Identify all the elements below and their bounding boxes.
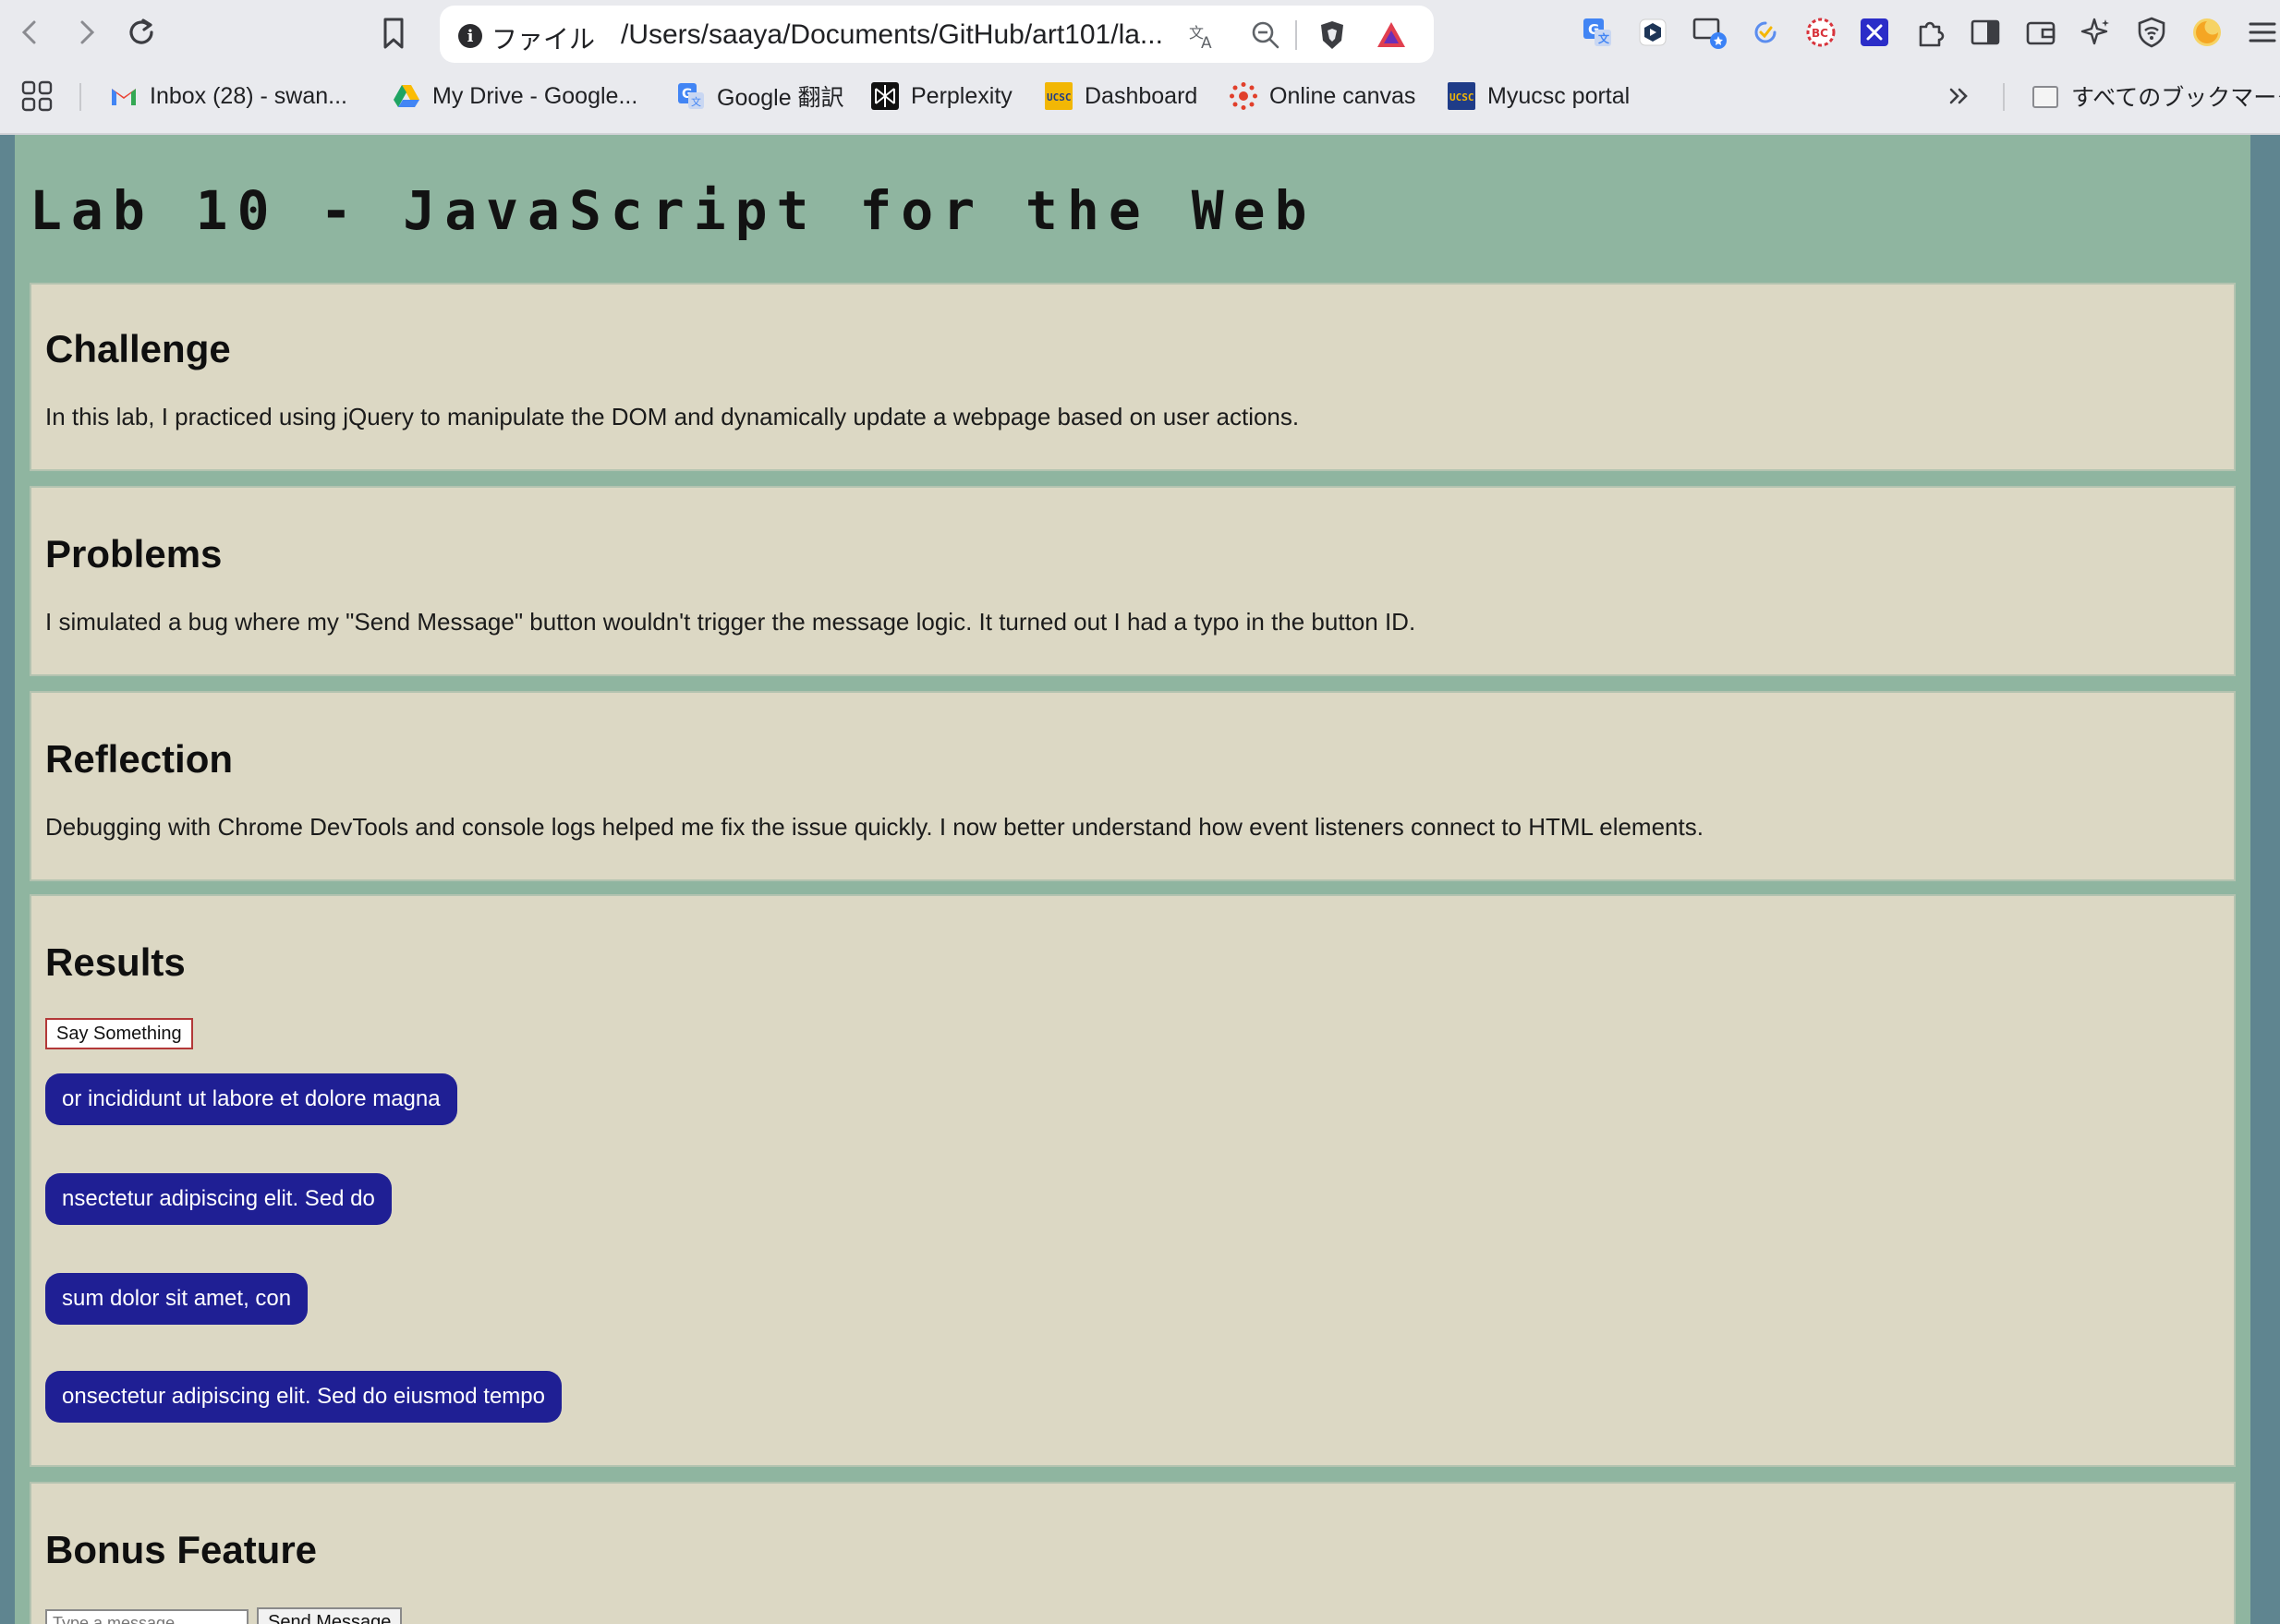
message-input[interactable]: [45, 1609, 249, 1624]
bookmark-inbox[interactable]: Inbox (28) - swan...: [109, 78, 347, 115]
svg-text:文: 文: [691, 95, 701, 108]
bookmarks-divider: [2003, 83, 2005, 111]
extensions-puzzle-icon[interactable]: [1910, 13, 1949, 52]
problems-text: I simulated a bug where my "Send Message…: [45, 608, 1416, 636]
problems-heading: Problems: [45, 532, 223, 576]
results-heading: Results: [45, 940, 186, 984]
translate-icon[interactable]: 文A: [1184, 17, 1221, 54]
url-text[interactable]: /Users/saaya/Documents/GitHub/art101/la.…: [621, 19, 1163, 51]
reload-button[interactable]: [120, 11, 163, 54]
ucsc-portal-icon: UCSC: [1448, 82, 1475, 110]
svg-text:文: 文: [1598, 31, 1610, 45]
x-extension-icon[interactable]: [1855, 13, 1894, 52]
extension-cube-icon[interactable]: [1633, 13, 1672, 52]
page-content: Lab 10 - JavaScript for the Web Challeng…: [15, 135, 2250, 1624]
folder-icon: [2032, 86, 2058, 108]
challenge-section: Challenge In this lab, I practiced using…: [30, 283, 2236, 471]
chevron-right-icon: [80, 20, 95, 44]
challenge-heading: Challenge: [45, 327, 231, 370]
svg-text:UCSC: UCSC: [1449, 91, 1474, 103]
site-info-icon[interactable]: i: [458, 24, 482, 48]
reflection-heading: Reflection: [45, 737, 234, 781]
wallet-icon[interactable]: [2021, 13, 2060, 52]
leo-ai-icon[interactable]: [2077, 13, 2116, 52]
canvas-icon: [1230, 82, 1257, 110]
brave-rewards-icon[interactable]: [1373, 17, 1410, 54]
profile-avatar[interactable]: [2188, 13, 2226, 52]
bookmarks-bar: Inbox (28) - swan... My Drive - Google..…: [0, 74, 2280, 120]
sidebar-toggle-icon[interactable]: [1966, 13, 2005, 52]
browser-toolbar: i ファイル /Users/saaya/Documents/GitHub/art…: [0, 0, 2280, 65]
bookmarks-divider: [79, 83, 81, 111]
bookmark-my-drive[interactable]: My Drive - Google...: [392, 78, 637, 115]
say-something-button[interactable]: Say Something: [45, 1018, 193, 1049]
message-bubble: nsectetur adipiscing elit. Sed do: [45, 1173, 392, 1225]
gmail-icon: [112, 89, 136, 105]
translate-extension-icon[interactable]: G文: [1578, 13, 1617, 52]
google-drive-icon: [394, 85, 419, 107]
bookmark-label: Perplexity: [911, 82, 1013, 109]
ucsc-icon: UCSC: [1045, 82, 1073, 110]
all-bookmarks-label: すべてのブックマーク: [2071, 85, 2280, 111]
bookmark-icon: [383, 18, 404, 49]
url-scheme-label: ファイル: [491, 24, 596, 55]
send-message-button[interactable]: Send Message: [257, 1607, 403, 1624]
address-bar[interactable]: i ファイル /Users/saaya/Documents/GitHub/art…: [440, 6, 1434, 63]
forward-button[interactable]: [65, 11, 107, 54]
cast-extension-icon[interactable]: [1691, 13, 1729, 52]
chevron-left-icon: [21, 20, 36, 44]
urlbar-divider: [1295, 20, 1297, 50]
bookmark-label: Online canvas: [1269, 82, 1416, 109]
message-bubble: sum dolor sit amet, con: [45, 1273, 309, 1325]
bc-extension-icon[interactable]: BC: [1801, 13, 1840, 52]
bookmark-label: Inbox (28) - swan...: [150, 82, 347, 109]
challenge-text: In this lab, I practiced using jQuery to…: [45, 403, 1300, 430]
apps-button[interactable]: [20, 78, 54, 115]
bookmark-label: Google 翻訳: [717, 85, 844, 111]
bookmark-myucsc-portal[interactable]: UCSC Myucsc portal: [1447, 78, 1630, 115]
bonus-section: Bonus Feature Send Message: [30, 1482, 2236, 1624]
more-bookmarks-button[interactable]: [1946, 78, 1973, 115]
window-edge: [2250, 135, 2280, 1624]
bookmark-page-button[interactable]: [373, 13, 414, 54]
message-bubble: onsectetur adipiscing elit. Sed do eiusm…: [45, 1371, 562, 1423]
sync-extension-icon[interactable]: [1746, 13, 1785, 52]
double-chevron-right-icon: [1949, 88, 1968, 104]
svg-text:UCSC: UCSC: [1047, 91, 1072, 103]
bookmark-label: Dashboard: [1085, 82, 1198, 109]
menu-icon[interactable]: [2243, 13, 2280, 52]
browser-chrome: i ファイル /Users/saaya/Documents/GitHub/art…: [0, 0, 2280, 135]
back-button[interactable]: [9, 11, 52, 54]
bookmark-perplexity[interactable]: Perplexity: [870, 78, 1013, 115]
google-translate-icon: G文: [678, 83, 704, 109]
bookmark-google-translate[interactable]: G文 Google 翻訳: [676, 78, 844, 115]
svg-text:BC: BC: [1812, 27, 1828, 40]
reflection-text: Debugging with Chrome DevTools and conso…: [45, 813, 1704, 841]
bookmark-label: My Drive - Google...: [432, 82, 638, 109]
all-bookmarks-button[interactable]: すべてのブックマーク: [2031, 78, 2280, 115]
problems-section: Problems I simulated a bug where my "Sen…: [30, 486, 2236, 676]
svg-text:A: A: [1201, 34, 1212, 51]
apps-grid-icon: [21, 80, 53, 112]
zoom-icon[interactable]: [1247, 17, 1284, 54]
brave-shields-icon[interactable]: [1314, 17, 1351, 54]
results-section: Results Say Something or incididunt ut l…: [30, 894, 2236, 1467]
bonus-heading: Bonus Feature: [45, 1528, 318, 1571]
perplexity-icon: [871, 82, 899, 110]
bookmark-dashboard[interactable]: UCSC Dashboard: [1044, 78, 1197, 115]
reflection-section: Reflection Debugging with Chrome DevTool…: [30, 691, 2236, 881]
message-bubble: or incididunt ut labore et dolore magna: [45, 1073, 457, 1125]
bookmark-online-canvas[interactable]: Online canvas: [1229, 78, 1415, 115]
vpn-shield-icon[interactable]: [2132, 13, 2171, 52]
page-title: Lab 10 - JavaScript for the Web: [30, 179, 1316, 242]
bookmark-label: Myucsc portal: [1487, 82, 1631, 109]
reload-icon: [129, 18, 153, 44]
